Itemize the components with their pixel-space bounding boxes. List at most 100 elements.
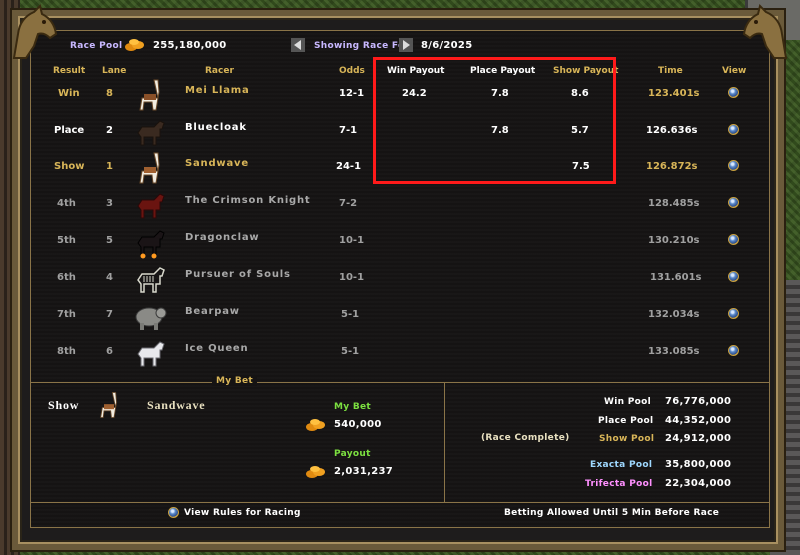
section-divider-vertical: [444, 382, 445, 502]
gold-coins-icon: [125, 39, 144, 51]
time-cell: 131.601s: [650, 272, 702, 283]
odds-cell: 12-1: [339, 88, 365, 99]
col-header-view: View: [722, 66, 747, 76]
race-pool-value: 255,180,000: [153, 40, 227, 51]
section-divider: [30, 382, 770, 383]
payout-amount: 2,031,237: [334, 466, 394, 477]
time-cell: 128.485s: [648, 198, 700, 209]
race-status: (Race Complete): [481, 433, 570, 443]
view-globe-icon[interactable]: [728, 197, 739, 208]
lane-cell: 7: [106, 309, 113, 320]
my-bet-section-label: My Bet: [212, 376, 258, 386]
odds-cell: 5-1: [341, 309, 360, 320]
result-cell: Show: [54, 161, 85, 172]
odds-cell: 10-1: [339, 235, 365, 246]
time-cell: 133.085s: [648, 346, 700, 357]
win-pool-value: 76,776,000: [665, 396, 732, 407]
lane-cell: 4: [106, 272, 113, 283]
red-horse-icon: [137, 193, 165, 219]
rules-globe-icon[interactable]: [168, 507, 179, 518]
result-cell: 6th: [57, 272, 76, 283]
result-cell: 7th: [57, 309, 76, 320]
betting-note: Betting Allowed Until 5 Min Before Race: [504, 508, 720, 518]
my-bet-label: My Bet: [334, 402, 372, 412]
lane-cell: 3: [106, 198, 113, 209]
time-cell: 126.872s: [646, 161, 698, 172]
view-globe-icon[interactable]: [728, 234, 739, 245]
nightmare-icon: [137, 230, 165, 259]
odds-cell: 7-2: [339, 198, 358, 209]
table-row: 6th 4 Pursuer of Souls 10-1 131.601s: [40, 262, 780, 298]
table-row: 4th 3 The Crimson Knight 7-2 128.485s: [40, 188, 780, 224]
result-cell: 8th: [57, 346, 76, 357]
next-race-arrow-icon[interactable]: [399, 38, 413, 52]
racer-name: Mei Llama: [185, 85, 250, 96]
racer-name: Sandwave: [185, 158, 249, 169]
col-header-lane: Lane: [102, 66, 127, 76]
lane-cell: 6: [106, 346, 113, 357]
gold-coins-icon: [306, 419, 325, 431]
view-globe-icon[interactable]: [728, 308, 739, 319]
place-pool-value: 44,352,000: [665, 415, 732, 426]
racer-name: The Crimson Knight: [185, 195, 311, 206]
previous-race-arrow-icon[interactable]: [291, 38, 305, 52]
col-header-racer: Racer: [205, 66, 234, 76]
time-cell: 132.034s: [648, 309, 700, 320]
view-globe-icon[interactable]: [728, 87, 739, 98]
lane-cell: 5: [106, 235, 113, 246]
horse-head-ornament-right: [742, 4, 788, 59]
view-globe-icon[interactable]: [728, 160, 739, 171]
view-globe-icon[interactable]: [728, 124, 739, 135]
show-pool-label: Show Pool: [599, 434, 655, 444]
result-cell: 4th: [57, 198, 76, 209]
llama-icon: [139, 152, 160, 184]
trifecta-pool-label: Trifecta Pool: [585, 479, 653, 489]
llama-icon: [139, 79, 160, 111]
race-date: 8/6/2025: [421, 40, 473, 51]
racer-name: Bluecloak: [185, 122, 247, 133]
racer-name: Dragonclaw: [185, 232, 260, 243]
result-cell: Place: [54, 125, 85, 136]
my-bet-amount: 540,000: [334, 419, 382, 430]
race-pool-label: Race Pool: [70, 41, 123, 51]
dark-horse-icon: [137, 120, 165, 146]
exacta-pool-label: Exacta Pool: [590, 460, 653, 470]
bear-icon: [135, 307, 167, 330]
bet-type: Show: [48, 398, 80, 412]
exacta-pool-value: 35,800,000: [665, 459, 732, 470]
col-header-result: Result: [53, 66, 86, 76]
win-pool-label: Win Pool: [604, 397, 651, 407]
racer-name: Ice Queen: [185, 343, 249, 354]
payout-label: Payout: [334, 449, 371, 459]
lane-cell: 1: [106, 161, 113, 172]
lane-cell: 2: [106, 125, 113, 136]
result-cell: 5th: [57, 235, 76, 246]
show-pool-value: 24,912,000: [665, 433, 732, 444]
white-horse-icon: [137, 341, 165, 367]
llama-icon: [100, 392, 117, 418]
view-globe-icon[interactable]: [728, 345, 739, 356]
view-globe-icon[interactable]: [728, 271, 739, 282]
col-header-time: Time: [658, 66, 683, 76]
odds-cell: 24-1: [336, 161, 362, 172]
place-pool-label: Place Pool: [598, 416, 654, 426]
skeletal-horse-icon: [137, 267, 165, 293]
odds-cell: 10-1: [339, 272, 365, 283]
time-cell: 126.636s: [646, 125, 698, 136]
view-rules-link[interactable]: View Rules for Racing: [184, 508, 301, 518]
col-header-odds: Odds: [339, 66, 365, 76]
time-cell: 130.210s: [648, 235, 700, 246]
trifecta-pool-value: 22,304,000: [665, 478, 732, 489]
payout-highlight-box: [373, 57, 616, 184]
showing-race-label: Showing Race For: [314, 41, 410, 51]
horse-head-ornament-left: [12, 4, 58, 59]
footer-divider: [30, 502, 770, 503]
gold-coins-icon: [306, 466, 325, 478]
bet-racer-name: Sandwave: [147, 398, 206, 412]
odds-cell: 7-1: [339, 125, 358, 136]
table-row: 5th 5 Dragonclaw 10-1 130.210s: [40, 225, 780, 261]
table-row: 7th 7 Bearpaw 5-1 132.034s: [40, 299, 780, 335]
racer-name: Pursuer of Souls: [185, 269, 291, 280]
result-cell: Win: [58, 88, 80, 99]
lane-cell: 8: [106, 88, 113, 99]
